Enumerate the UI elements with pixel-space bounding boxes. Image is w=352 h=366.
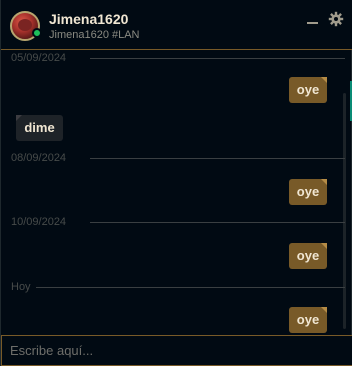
date-divider: 05/09/2024: [11, 52, 345, 64]
date-label: Hoy: [11, 281, 31, 293]
sent-message: oye: [289, 77, 327, 103]
received-message: dime: [16, 115, 63, 141]
date-divider: 08/09/2024: [11, 152, 345, 164]
minimize-icon[interactable]: [306, 13, 320, 27]
sent-message: oye: [289, 307, 327, 333]
online-status-icon: [32, 28, 42, 38]
chat-window: Jimena1620 Jimena1620 #LAN 05/09/2024 oy…: [0, 0, 352, 366]
date-divider: Hoy: [11, 281, 345, 293]
friend-username: Jimena1620: [49, 11, 129, 27]
friend-riot-id: Jimena1620 #LAN: [49, 29, 140, 41]
date-label: 05/09/2024: [11, 52, 67, 64]
scrollbar[interactable]: [343, 93, 346, 329]
date-label: 08/09/2024: [11, 152, 67, 164]
gear-icon[interactable]: [328, 11, 344, 27]
sent-message: oye: [289, 243, 327, 269]
date-divider: 10/09/2024: [11, 216, 345, 228]
date-label: 10/09/2024: [11, 216, 67, 228]
sent-message: oye: [289, 179, 327, 205]
chat-header: Jimena1620 Jimena1620 #LAN: [1, 0, 352, 50]
message-list[interactable]: 05/09/2024 oye dime 08/09/2024 oye 10/09…: [1, 51, 352, 335]
message-input-box[interactable]: [1, 335, 352, 366]
message-input[interactable]: [2, 336, 352, 365]
